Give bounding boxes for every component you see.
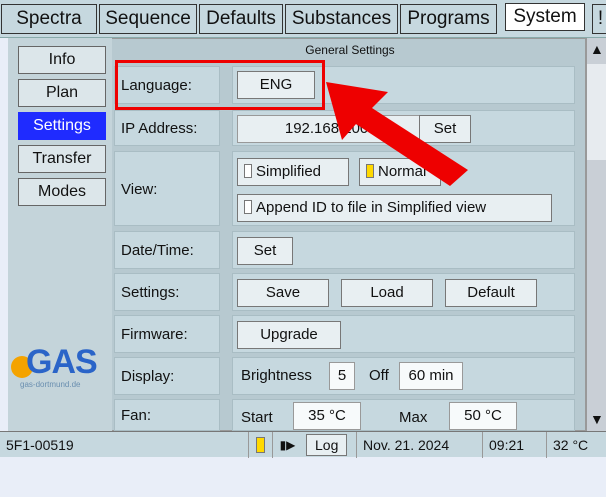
status-bar: 5F1-00519 ▮▶ Log Nov. 21. 2024 09:21 32 … <box>0 431 606 458</box>
language-highlight-box <box>115 60 325 110</box>
pump-indicator-icon: ▮▶ <box>272 432 302 458</box>
nav-modes[interactable]: Modes <box>18 178 106 206</box>
fan-max-label: Max <box>399 409 428 426</box>
fan-max-field[interactable]: 50 °C <box>449 402 517 430</box>
display-row: Brightness 5 Off 60 min <box>232 357 575 395</box>
logo-url: gas-dortmund.de <box>20 380 81 389</box>
append-id-checkbox <box>244 200 252 214</box>
scroll-down-icon[interactable]: ▼ <box>590 412 604 426</box>
device-id: 5F1-00519 <box>6 437 74 453</box>
ip-label: IP Address: <box>114 110 220 146</box>
settings-save-button[interactable]: Save <box>237 279 329 307</box>
brightness-label: Brightness <box>241 367 312 384</box>
tab-programs[interactable]: Programs <box>400 4 497 34</box>
annotation-arrow-icon <box>326 82 468 186</box>
append-id-toggle[interactable]: Append ID to file in Simplified view <box>237 194 552 222</box>
logo-text: GAS <box>26 343 98 381</box>
datetime-set-button[interactable]: Set <box>237 237 293 265</box>
brightness-field[interactable]: 5 <box>329 362 355 390</box>
settings-default-button[interactable]: Default <box>445 279 537 307</box>
battery-indicator-icon <box>248 432 272 458</box>
nav-info[interactable]: Info <box>18 46 106 74</box>
settings-row: Save Load Default <box>232 273 575 311</box>
tab-defaults[interactable]: Defaults <box>199 4 283 34</box>
firmware-row: Upgrade <box>232 315 575 353</box>
fan-label: Fan: <box>114 399 220 431</box>
datetime-label: Date/Time: <box>114 231 220 269</box>
display-label: Display: <box>114 357 220 395</box>
log-button[interactable]: Log <box>306 434 348 456</box>
section-title: General Settings <box>305 43 395 57</box>
off-timer-field[interactable]: 60 min <box>399 362 463 390</box>
off-label: Off <box>369 367 389 384</box>
top-tab-bar: Spectra Sequence Defaults Substances Pro… <box>0 0 606 38</box>
firmware-label: Firmware: <box>114 315 220 353</box>
simplified-checkbox <box>244 164 252 178</box>
view-label: View: <box>114 151 220 226</box>
nav-transfer[interactable]: Transfer <box>18 145 106 173</box>
nav-settings[interactable]: Settings <box>18 112 106 140</box>
settings-label: Settings: <box>114 273 220 311</box>
fan-start-field[interactable]: 35 °C <box>293 402 361 430</box>
tab-alerts[interactable]: ! <box>592 4 606 34</box>
vertical-scrollbar[interactable]: ▲ ▼ <box>586 38 606 431</box>
tab-substances[interactable]: Substances <box>285 4 398 34</box>
tab-spectra[interactable]: Spectra <box>1 4 97 34</box>
fan-row: Start 35 °C Max 50 °C <box>232 399 575 431</box>
status-date: Nov. 21. 2024 <box>356 432 455 458</box>
tab-system[interactable]: System <box>505 3 585 31</box>
tab-sequence[interactable]: Sequence <box>99 4 197 34</box>
status-temperature: 32 °C <box>546 432 594 458</box>
settings-load-button[interactable]: Load <box>341 279 433 307</box>
status-time: 09:21 <box>482 432 530 458</box>
nav-plan[interactable]: Plan <box>18 79 106 107</box>
datetime-row: Set <box>232 231 575 269</box>
scroll-up-icon[interactable]: ▲ <box>590 42 604 56</box>
scroll-thumb[interactable] <box>587 64 606 160</box>
firmware-upgrade-button[interactable]: Upgrade <box>237 321 341 349</box>
fan-start-label: Start <box>241 409 273 426</box>
